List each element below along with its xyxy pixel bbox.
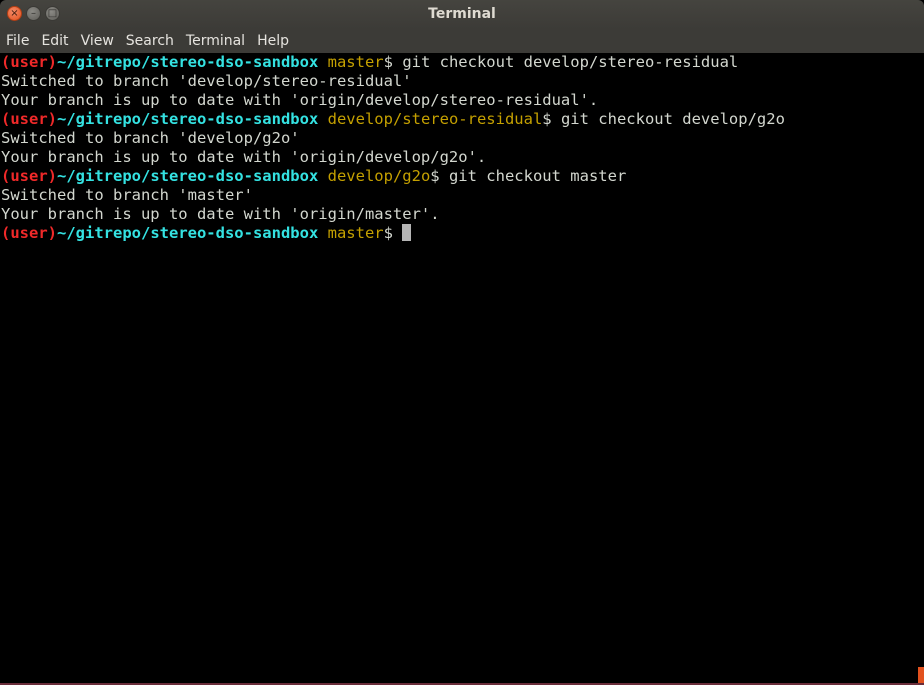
menu-bar: File Edit View Search Terminal Help bbox=[0, 29, 924, 53]
output-line: Switched to branch 'develop/g2o' bbox=[1, 129, 300, 147]
title-bar[interactable]: × – □ Terminal bbox=[0, 0, 924, 29]
prompt-user: (user) bbox=[1, 224, 57, 242]
prompt-line: (user)~/gitrepo/stereo-dso-sandbox maste… bbox=[1, 53, 739, 71]
prompt-path: ~/gitrepo/stereo-dso-sandbox bbox=[57, 224, 319, 242]
prompt-path: ~/gitrepo/stereo-dso-sandbox bbox=[57, 167, 319, 185]
prompt-user: (user) bbox=[1, 110, 57, 128]
prompt-line: (user)~/gitrepo/stereo-dso-sandbox devel… bbox=[1, 167, 627, 185]
menu-file[interactable]: File bbox=[0, 29, 35, 53]
command-text: git checkout develop/stereo-residual bbox=[402, 53, 739, 71]
terminal-window: × – □ Terminal File Edit View Search Ter… bbox=[0, 0, 924, 685]
menu-terminal[interactable]: Terminal bbox=[180, 29, 251, 53]
menu-help[interactable]: Help bbox=[251, 29, 295, 53]
menu-search[interactable]: Search bbox=[120, 29, 180, 53]
prompt-branch: master bbox=[327, 224, 384, 242]
terminal-output[interactable]: (user)~/gitrepo/stereo-dso-sandbox maste… bbox=[0, 53, 924, 685]
output-line: Your branch is up to date with 'origin/m… bbox=[1, 205, 440, 223]
output-line: Switched to branch 'master' bbox=[1, 186, 253, 204]
resize-corner[interactable] bbox=[918, 667, 924, 683]
command-text: git checkout master bbox=[448, 167, 627, 185]
menu-edit[interactable]: Edit bbox=[35, 29, 74, 53]
prompt-line: (user)~/gitrepo/stereo-dso-sandbox devel… bbox=[1, 110, 785, 128]
menu-view[interactable]: View bbox=[75, 29, 120, 53]
prompt-branch: master bbox=[327, 53, 384, 71]
prompt-user: (user) bbox=[1, 53, 57, 71]
prompt-path: ~/gitrepo/stereo-dso-sandbox bbox=[57, 53, 319, 71]
prompt-user: (user) bbox=[1, 167, 57, 185]
prompt-line: (user)~/gitrepo/stereo-dso-sandbox maste… bbox=[0, 224, 924, 243]
output-line: Your branch is up to date with 'origin/d… bbox=[1, 148, 487, 166]
text-cursor bbox=[402, 224, 412, 241]
command-text: git checkout develop/g2o bbox=[560, 110, 785, 128]
prompt-branch: develop/g2o bbox=[327, 167, 431, 185]
window-title: Terminal bbox=[428, 6, 496, 22]
prompt-path: ~/gitrepo/stereo-dso-sandbox bbox=[57, 110, 319, 128]
prompt-branch: develop/stereo-residual bbox=[327, 110, 543, 128]
output-line: Your branch is up to date with 'origin/d… bbox=[1, 91, 599, 109]
output-line: Switched to branch 'develop/stereo-resid… bbox=[1, 72, 412, 90]
